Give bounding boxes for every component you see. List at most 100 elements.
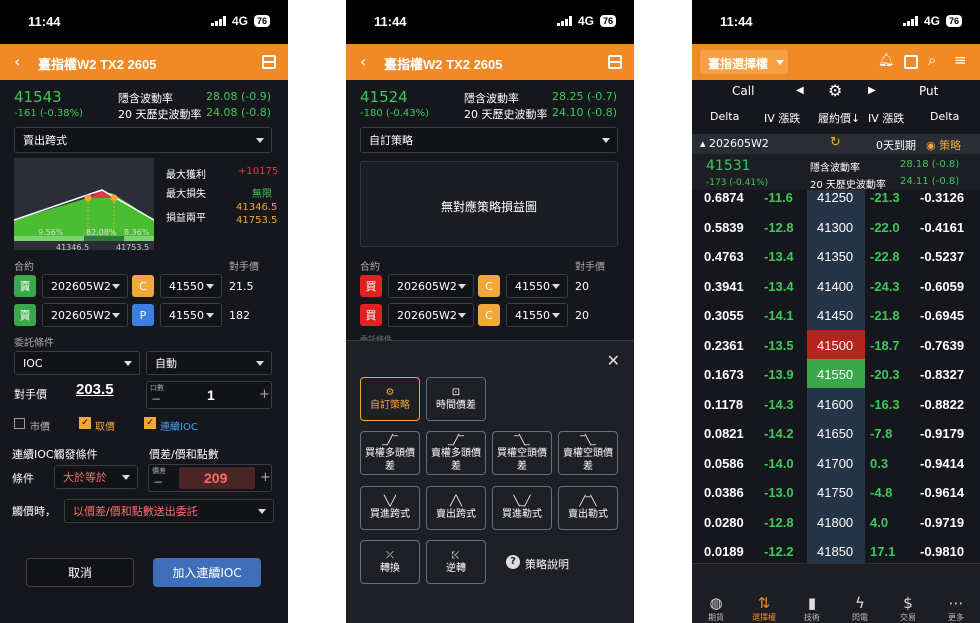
leg2-cp[interactable]: C [478,304,500,326]
tab-more[interactable]: ⋯ 更多 [932,594,980,623]
cond-mode-select[interactable]: 自動 [146,351,272,375]
gear-icon[interactable]: ⚙ [828,81,842,100]
back-icon[interactable]: ‹ [14,52,20,71]
table-row[interactable]: 0.5839 -12.8 41300 -22.0 -0.4161 [692,212,980,242]
table-row[interactable]: 0.1178 -14.3 41600 -16.3 -0.8822 [692,389,980,419]
layout-icon[interactable] [904,55,918,69]
leg1-strike[interactable]: 41550 [506,274,568,298]
cell-call-iv: -13.0 [764,485,794,500]
leg1-cp[interactable]: C [132,275,154,297]
table-row[interactable]: 0.4763 -13.4 41350 -22.8 -0.5237 [692,241,980,271]
strategy-short-strangle[interactable]: ╱‾╲ 賣出勒式 [558,486,618,530]
leg1-side[interactable]: 賣 [14,275,36,297]
prev-icon[interactable]: ◀ [796,85,804,96]
strategy-bear-call[interactable]: ‾╲_ 買權空頭價差 [492,431,552,475]
cond-type-select[interactable]: IOC [14,351,140,375]
table-row[interactable]: 0.0821 -14.2 41650 -7.8 -0.9179 [692,418,980,448]
plus-icon[interactable]: + [260,470,271,485]
strategy-long-straddle[interactable]: ╲╱ 買進跨式 [360,486,420,530]
cell-put-delta: -0.9614 [920,485,965,500]
bear-spread-icon: ‾╲_ [579,434,597,446]
leg1-cp[interactable]: C [478,275,500,297]
strategy-bear-put[interactable]: ‾╲_ 賣權空頭價差 [558,431,618,475]
minus-icon[interactable]: − [153,475,163,489]
search-icon[interactable]: ⌕ [928,51,936,69]
leg1-month[interactable]: 202605W2 [42,274,128,298]
cell-put-iv: -22.8 [870,249,900,264]
layout-icon[interactable] [262,55,276,69]
leg2-price: 20 [575,309,589,322]
next-icon[interactable]: ▶ [868,85,876,96]
strategy-link[interactable]: ◉ 策略 [926,137,961,153]
strategy-custom[interactable]: ⚙ 自訂策略 [360,377,420,421]
menu-icon[interactable]: ≡ [954,51,967,69]
leg2-side[interactable]: 買 [360,304,382,326]
strategy-calendar[interactable]: ⊡ 時間價差 [426,377,486,421]
tab-technical[interactable]: ▮ 技術 [788,594,836,623]
back-icon[interactable]: ‹ [360,52,366,71]
strategy-short-straddle[interactable]: ╱╲ 賣出跨式 [426,486,486,530]
condition-select[interactable]: 大於等於 [54,465,138,489]
iv-label: 隱含波動率 [118,92,173,105]
leg1-side[interactable]: 買 [360,275,382,297]
strategy-reversal[interactable]: ⤪ 逆轉 [426,540,486,584]
strategy-long-strangle[interactable]: ╲_╱ 買進勒式 [492,486,552,530]
strategy-select[interactable]: 自訂策略 [360,127,618,153]
tab-options[interactable]: ⇅ 選擇權 [740,594,788,623]
help-label[interactable]: 策略說明 [525,556,569,572]
leg2-side[interactable]: 賣 [14,304,36,326]
table-row[interactable]: 0.6874 -11.6 41250 -21.3 -0.3126 [692,190,980,212]
refresh-icon[interactable]: ↻ [830,135,841,150]
status-time: 11:44 [374,14,407,29]
table-row[interactable]: 0.3055 -14.1 41450 -21.8 -0.6945 [692,300,980,330]
take-checkbox[interactable]: ✓ [79,417,91,429]
col-strike[interactable]: 履約價↓ [818,110,860,126]
ioc-checkbox[interactable]: ✓ [144,417,156,429]
tab-trade[interactable]: $ 交易 [884,594,932,623]
strategy-bull-put[interactable]: _╱‾ 賣權多頭價差 [426,431,486,475]
table-row[interactable]: 0.0586 -14.0 41700 0.3 -0.9414 [692,448,980,478]
leg2-strike[interactable]: 41550 [160,303,222,327]
cancel-button[interactable]: 取消 [26,558,134,587]
table-row[interactable]: 0.2361 -13.5 41500 -18.7 -0.7639 [692,329,980,360]
cell-put-iv: 17.1 [870,544,896,559]
table-row[interactable]: 0.0386 -13.0 41750 -4.8 -0.9614 [692,477,980,507]
table-row[interactable]: 0.0280 -12.8 41800 4.0 -0.9719 [692,507,980,537]
market-checkbox[interactable] [14,418,25,429]
col-put-iv: IV 漲跌 [868,112,905,125]
month-label[interactable]: ▴ 202605W2 [700,137,769,150]
add-ioc-button[interactable]: 加入連續IOC [153,558,261,587]
plus-icon[interactable]: + [259,387,270,402]
lot-stepper[interactable]: 口數 − 1 + [146,381,272,409]
leg2-strike[interactable]: 41550 [506,303,568,327]
market-label: 市價 [30,422,50,433]
strategy-select[interactable]: 賣出跨式 [14,127,272,153]
breakeven-label: 損益兩平 [166,213,206,224]
layout-icon[interactable] [608,55,622,69]
table-row[interactable]: 0.3941 -13.4 41400 -24.3 -0.6059 [692,271,980,301]
trigger-action-select[interactable]: 以價差/價和點數送出委託 [64,499,274,523]
product-select[interactable]: 臺指選擇權 [700,50,788,74]
expiry-label: 0天到期 [876,139,916,152]
tab-flash[interactable]: ϟ 閃電 [836,594,884,623]
minus-icon[interactable]: − [151,392,161,406]
tab-futures[interactable]: ◍ 期貨 [692,594,740,623]
max-loss-label: 最大損失 [166,189,206,200]
bell-icon[interactable]: 🔔︎ [878,53,895,68]
close-icon[interactable]: ✕ [607,351,620,370]
header-bar: ‹ 臺指權W2 TX2 2605 [0,44,288,80]
opp-price-value[interactable]: 203.5 [76,381,114,398]
leg2-month[interactable]: 202605W2 [42,303,128,327]
leg2-cp[interactable]: P [132,304,154,326]
leg1-strike[interactable]: 41550 [160,274,222,298]
leg2-month[interactable]: 202605W2 [388,303,474,327]
strategy-bull-call[interactable]: _╱‾ 買權多頭價差 [360,431,420,475]
max-loss-value: 無限 [252,189,272,200]
leg1-month[interactable]: 202605W2 [388,274,474,298]
table-row[interactable]: 0.1673 -13.9 41550 -20.3 -0.8327 [692,359,980,389]
strategy-conversion[interactable]: ⤫ 轉換 [360,540,420,584]
diff-stepper[interactable]: 價差 − 209 + [148,464,272,492]
help-icon[interactable]: ? [506,555,520,569]
table-row[interactable]: 0.0189 -12.2 41850 17.1 -0.9810 [692,536,980,563]
cell-call-iv: -14.3 [764,396,794,412]
